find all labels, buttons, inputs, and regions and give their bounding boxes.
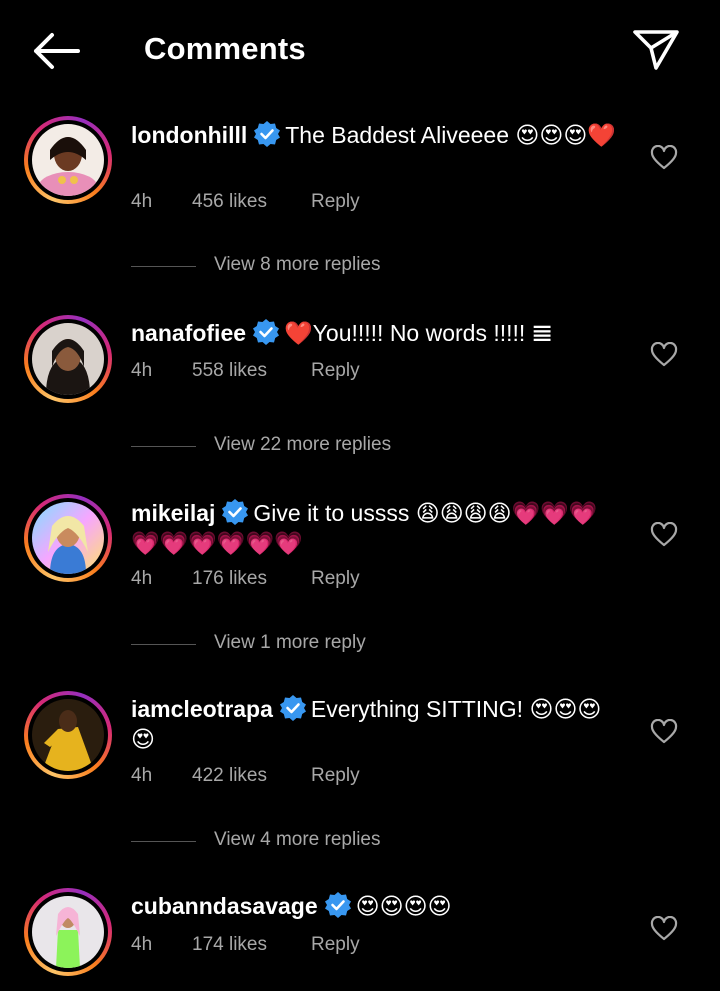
comment-username[interactable]: nanafofiee (131, 320, 246, 346)
verified-badge-icon (279, 695, 306, 721)
heart-icon (650, 915, 678, 941)
comment-body: nanafofiee ❤️You!!!!! No words !!!!! 𝌆 (131, 318, 621, 348)
comment-body: mikeilaj Give it to ussss 😩😩😩😩💗💗💗💗💗💗💗💗💗 (131, 498, 621, 558)
page-title: Comments (144, 31, 306, 66)
avatar-image (32, 323, 104, 395)
comment-username[interactable]: iamcleotrapa (131, 696, 273, 722)
avatar[interactable] (24, 116, 112, 204)
heart-icon (650, 341, 678, 367)
comment-body: iamcleotrapa Everything SITTING! 😍😍😍😍 (131, 694, 621, 754)
avatar-image (32, 502, 104, 574)
avatar-image (32, 896, 104, 968)
comment-username[interactable]: londonhilll (131, 122, 247, 148)
comment-likes[interactable]: 422 likes (192, 765, 267, 787)
avatar-image (32, 699, 104, 771)
comment-time: 4h (131, 191, 153, 212)
verified-badge-icon (253, 319, 280, 345)
replies-divider (131, 446, 196, 447)
like-button[interactable] (650, 521, 678, 548)
comment-time: 4h (131, 568, 153, 589)
share-button[interactable] (630, 24, 682, 74)
heart-icon (650, 144, 678, 170)
heart-icon (650, 718, 678, 744)
comment-text: The Baddest Aliveeee 😍😍😍❤️ (285, 122, 616, 148)
like-button[interactable] (650, 915, 678, 942)
comment-time: 4h (131, 934, 153, 955)
like-button[interactable] (650, 341, 678, 368)
avatar-image (32, 124, 104, 196)
view-replies-label: View 8 more replies (214, 254, 381, 275)
comment-likes[interactable]: 456 likes (192, 191, 267, 213)
view-replies-label: View 22 more replies (214, 434, 392, 455)
comment-likes[interactable]: 176 likes (192, 568, 267, 590)
reply-button[interactable]: Reply (311, 934, 360, 956)
comment-body: cubanndasavage 😍😍😍😍 (131, 891, 621, 921)
comment-body: londonhilll The Baddest Aliveeee 😍😍😍❤️ (131, 120, 621, 150)
replies-divider (131, 266, 196, 267)
comment-time: 4h (131, 765, 153, 786)
view-replies-label: View 4 more replies (214, 829, 381, 850)
like-button[interactable] (650, 144, 678, 171)
comment-text: ❤️You!!!!! No words !!!!! 𝌆 (284, 320, 553, 346)
comment-likes[interactable]: 174 likes (192, 934, 267, 956)
view-replies-label: View 1 more reply (214, 632, 366, 653)
reply-button[interactable]: Reply (311, 765, 360, 787)
verified-badge-icon (324, 892, 351, 918)
avatar[interactable] (24, 315, 112, 403)
app-header: Comments (0, 0, 720, 100)
verified-badge-icon (222, 499, 249, 525)
comment-likes[interactable]: 558 likes (192, 360, 267, 382)
paper-plane-icon (633, 30, 679, 70)
replies-divider (131, 644, 196, 645)
heart-icon (650, 521, 678, 547)
avatar[interactable] (24, 888, 112, 976)
arrow-left-icon (34, 33, 80, 69)
comment-username[interactable]: mikeilaj (131, 500, 215, 526)
back-button[interactable] (28, 28, 84, 74)
replies-divider (131, 841, 196, 842)
avatar[interactable] (24, 691, 112, 779)
reply-button[interactable]: Reply (311, 360, 360, 382)
reply-button[interactable]: Reply (311, 568, 360, 590)
like-button[interactable] (650, 718, 678, 745)
comment-text: 😍😍😍😍 (355, 893, 452, 919)
comment-username[interactable]: cubanndasavage (131, 893, 318, 919)
reply-button[interactable]: Reply (311, 191, 360, 213)
comment-time: 4h (131, 360, 153, 381)
avatar[interactable] (24, 494, 112, 582)
verified-badge-icon (254, 121, 281, 147)
